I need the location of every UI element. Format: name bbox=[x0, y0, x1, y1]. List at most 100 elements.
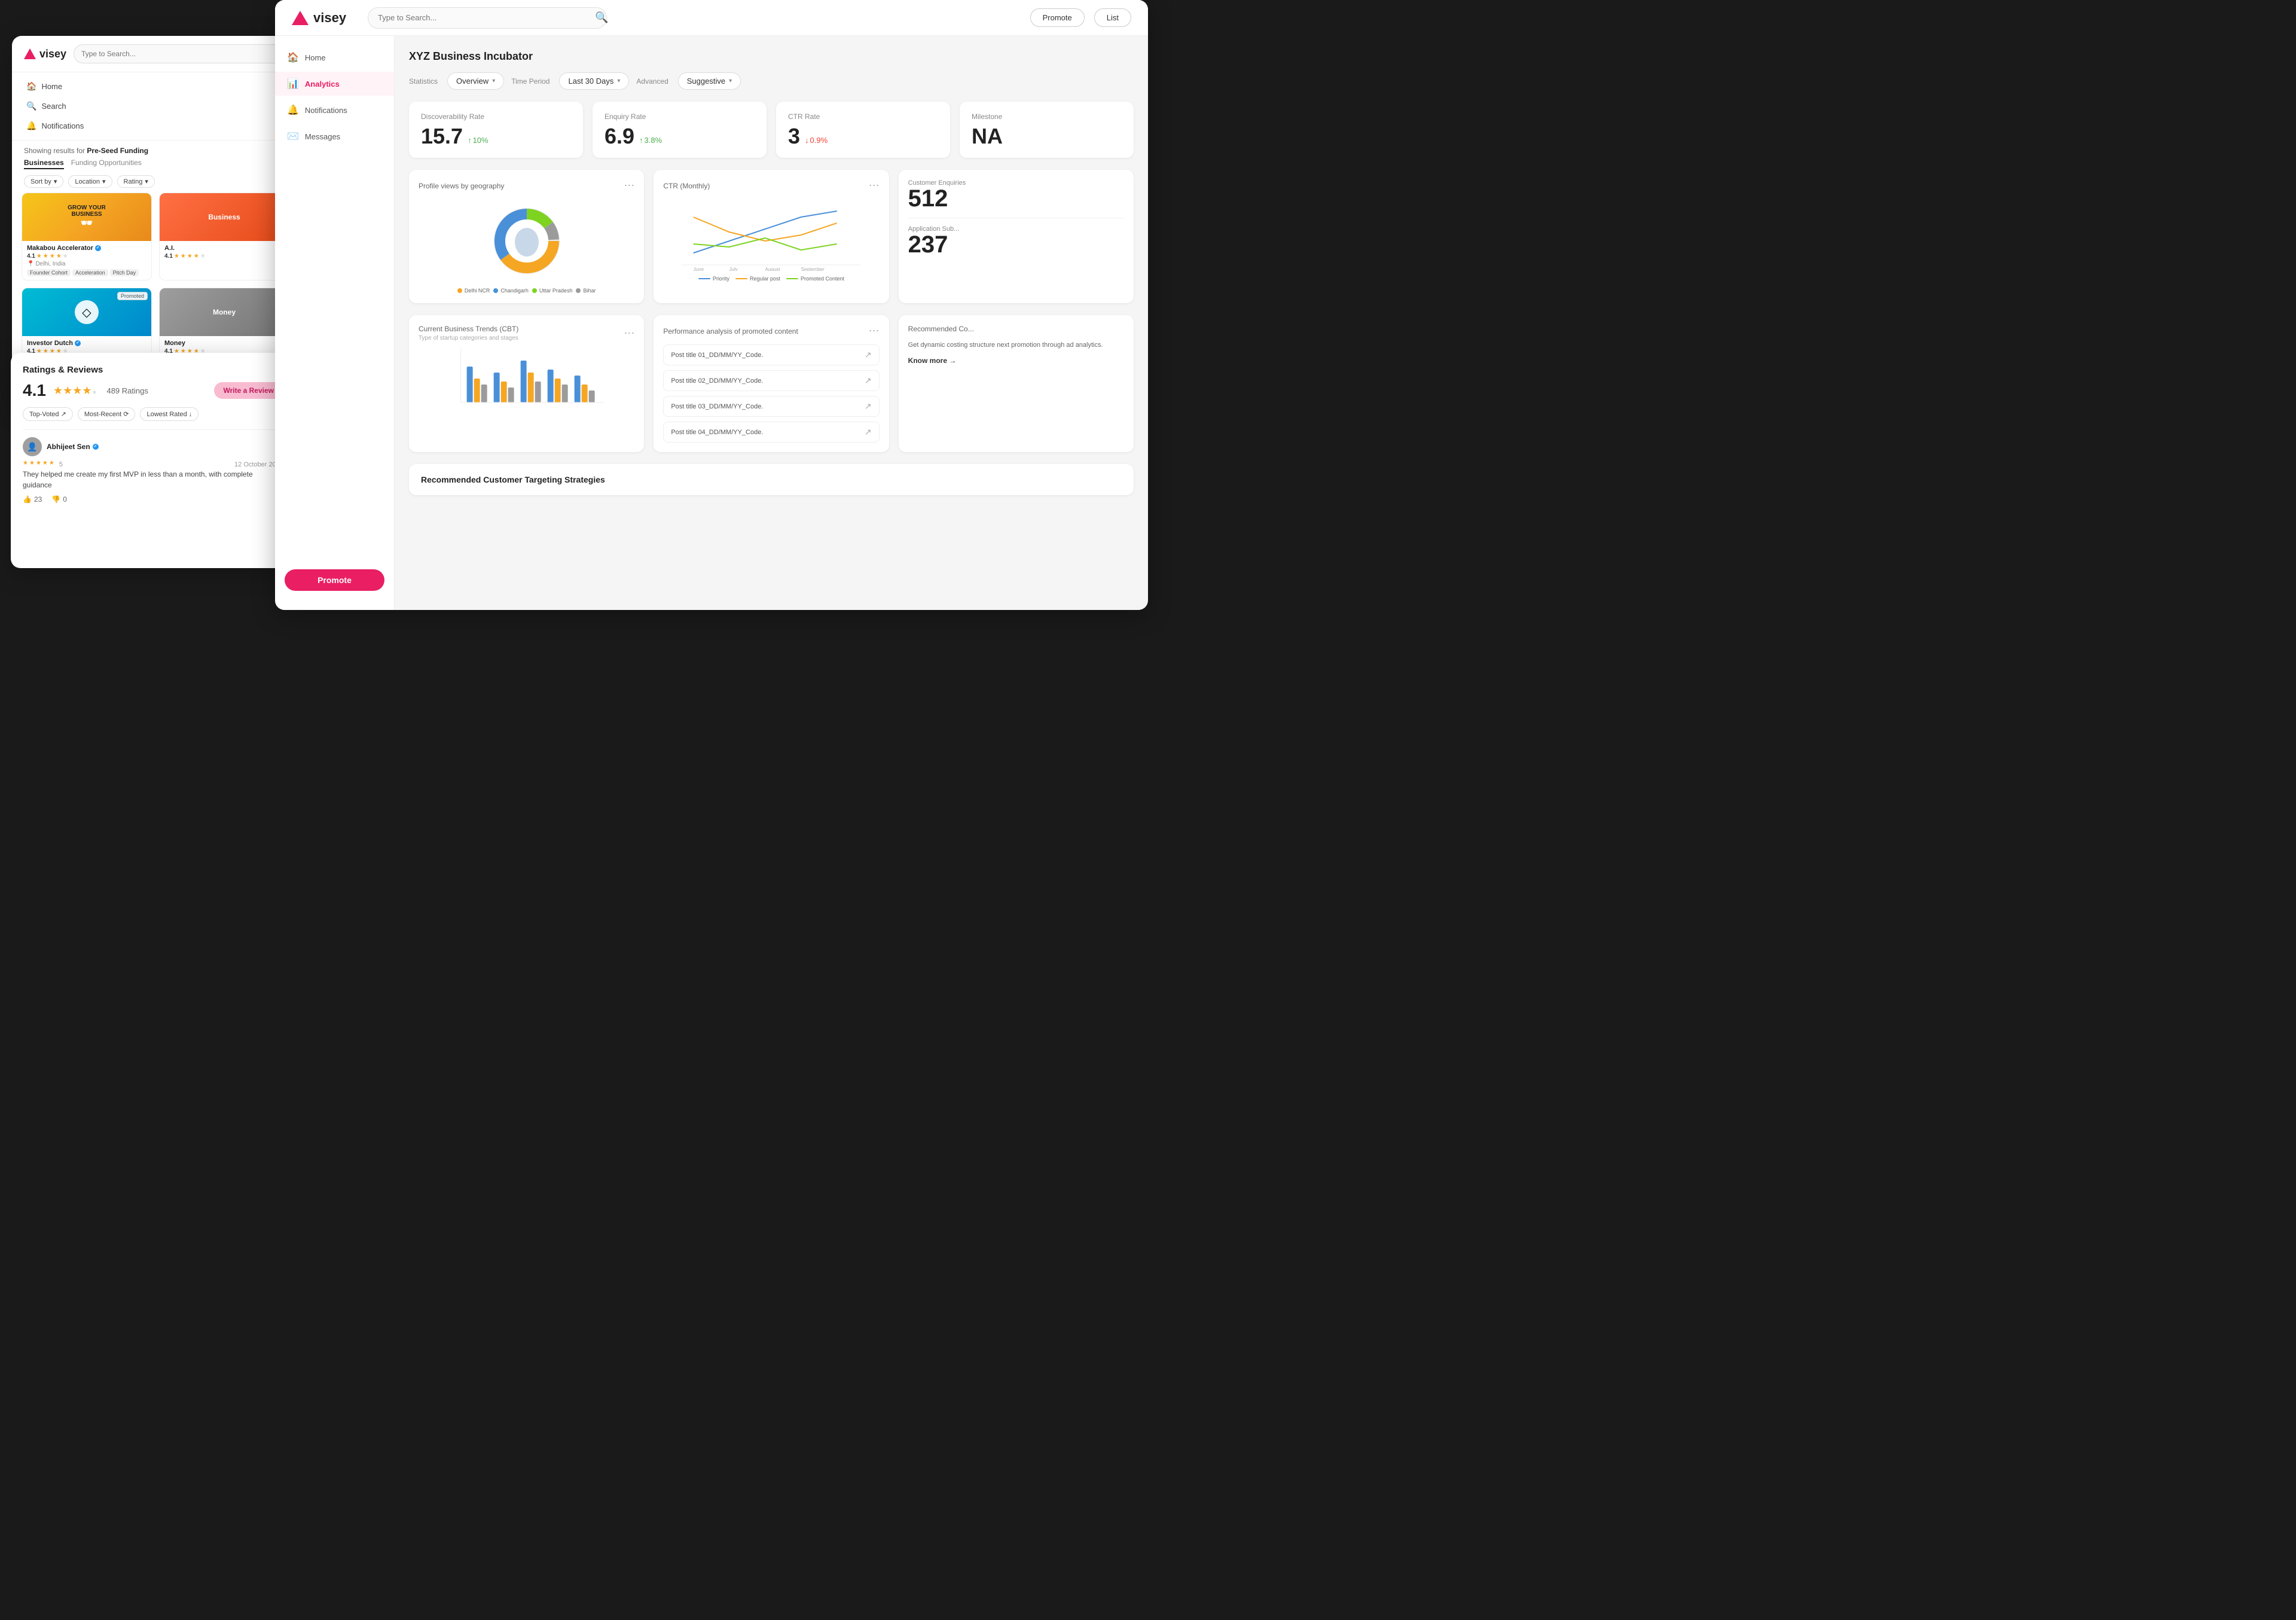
listing-img-3: Money bbox=[160, 288, 289, 336]
nav-label-home: Home bbox=[41, 82, 62, 91]
metric-value-row-3: NA bbox=[972, 126, 1122, 147]
filter-top-voted[interactable]: Top-Voted ↗ bbox=[23, 407, 73, 421]
nav-item-search[interactable]: 🔍 Search bbox=[22, 98, 289, 114]
nav-item-home[interactable]: 🏠 Home bbox=[22, 78, 289, 94]
listing-name-1: A.I. bbox=[164, 245, 284, 252]
reviewer-verified-icon: ✓ bbox=[93, 444, 99, 450]
metric-value-row-0: 15.7 ↑ 10% bbox=[421, 126, 571, 147]
know-more-button[interactable]: Know more → bbox=[908, 356, 1124, 365]
chart-more-icon-0[interactable]: ⋯ bbox=[624, 179, 634, 192]
reviewer-name: Abhijeet Sen ✓ bbox=[47, 443, 99, 451]
like-button[interactable]: 👍 23 bbox=[23, 495, 42, 504]
thumb-up-icon: 👍 bbox=[23, 495, 32, 504]
external-link-icon-1[interactable]: ↗ bbox=[865, 376, 872, 386]
promoted-badge: Promoted bbox=[117, 292, 148, 300]
filter-tabs: Top-Voted ↗ Most-Recent ⟳ Lowest Rated ↓ bbox=[23, 407, 283, 421]
rating-filter[interactable]: Rating ▾ bbox=[117, 175, 155, 188]
line-chart-legend: Priority Regular post Promoted Content bbox=[663, 276, 879, 282]
promote-button-main[interactable]: Promote bbox=[1030, 8, 1085, 27]
sidebar-item-analytics[interactable]: 📊 Analytics bbox=[275, 72, 394, 96]
svg-text:August: August bbox=[765, 267, 781, 271]
customer-enquiries-section: Customer Enquiries 512 bbox=[908, 179, 1124, 210]
tab-funding[interactable]: Funding Opportunities bbox=[71, 158, 142, 169]
sidebar-label-messages: Messages bbox=[305, 132, 340, 141]
overall-rating: 4.1 bbox=[23, 381, 46, 400]
sidebar-label-analytics: Analytics bbox=[305, 80, 340, 89]
search-panel-nav: 🏠 Home 🔍 Search 🔔 Notifications bbox=[12, 72, 299, 141]
line-chart-area: June July August September bbox=[663, 199, 879, 271]
promo-list: Post title 01_DD/MM/YY_Code. ↗ Post titl… bbox=[663, 344, 879, 443]
chart-more-icon-2[interactable]: ⋯ bbox=[624, 327, 634, 340]
review-stars: ★★★★★ bbox=[23, 460, 54, 466]
ratings-title: Ratings & Reviews bbox=[23, 365, 283, 375]
legend-item-2: Uttar Pradesh bbox=[532, 288, 573, 294]
dislike-button[interactable]: 👎 0 bbox=[51, 495, 67, 504]
search-icon-main: 🔍 bbox=[595, 11, 608, 24]
sidebar-label-notifications: Notifications bbox=[305, 106, 347, 115]
logo-text-small: visey bbox=[39, 48, 66, 60]
chart-title-geography: Profile views by geography ⋯ bbox=[419, 179, 634, 192]
charts-row-2: Current Business Trends (CBT) Type of st… bbox=[409, 315, 1134, 452]
review-rating-value: 5 bbox=[59, 461, 63, 468]
time-period-dropdown[interactable]: Last 30 Days ▾ bbox=[559, 72, 629, 90]
recommended-title: Recommended Co... bbox=[908, 325, 1124, 333]
donut-legend: Delhi NCR Chandigarh Uttar Pradesh bbox=[457, 288, 596, 294]
tab-businesses[interactable]: Businesses bbox=[24, 158, 64, 169]
review-text: They helped me create my first MVP in le… bbox=[23, 469, 283, 490]
promo-item-2[interactable]: Post title 03_DD/MM/YY_Code. ↗ bbox=[663, 396, 879, 417]
promo-item-1[interactable]: Post title 02_DD/MM/YY_Code. ↗ bbox=[663, 370, 879, 391]
sidebar-promote-button[interactable]: Promote bbox=[285, 569, 384, 591]
location-filter[interactable]: Location ▾ bbox=[68, 175, 112, 188]
external-link-icon-2[interactable]: ↗ bbox=[865, 401, 872, 411]
metric-value-3: NA bbox=[972, 126, 1003, 147]
sidebar-item-notifications[interactable]: 🔔 Notifications bbox=[275, 98, 394, 122]
chart-more-icon-1[interactable]: ⋯ bbox=[869, 179, 880, 192]
legend-dot-3 bbox=[576, 288, 581, 293]
listing-img-0: GROW YOURBUSINESS 🕶 bbox=[22, 193, 151, 241]
metric-value-row-2: 3 ↓ 0.9% bbox=[788, 126, 938, 147]
sidebar-item-messages[interactable]: ✉️ Messages bbox=[275, 124, 394, 148]
home-icon: 🏠 bbox=[26, 81, 36, 91]
chart-title-promo: Performance analysis of promoted content… bbox=[663, 325, 879, 337]
search-input-main[interactable] bbox=[368, 7, 607, 29]
chart-more-icon-3[interactable]: ⋯ bbox=[869, 325, 880, 337]
customer-enquiries-value: 512 bbox=[908, 187, 1124, 210]
advanced-dropdown[interactable]: Suggestive ▾ bbox=[678, 72, 741, 90]
sort-by-filter[interactable]: Sort by ▾ bbox=[24, 175, 63, 188]
legend-item-1: Chandigarh bbox=[493, 288, 529, 294]
listing-card-0[interactable]: GROW YOURBUSINESS 🕶 Makabou Accelerator … bbox=[22, 193, 152, 280]
sidebar-label-home: Home bbox=[305, 53, 326, 62]
promo-item-3[interactable]: Post title 04_DD/MM/YY_Code. ↗ bbox=[663, 422, 879, 443]
logo-triangle-icon bbox=[24, 48, 36, 59]
metric-delta-0: ↑ 10% bbox=[468, 136, 488, 147]
svg-text:September: September bbox=[801, 267, 825, 271]
promo-item-0[interactable]: Post title 01_DD/MM/YY_Code. ↗ bbox=[663, 344, 879, 365]
search-panel-header: visey bbox=[12, 36, 299, 72]
list-button-main[interactable]: List bbox=[1094, 8, 1131, 27]
svg-text:July: July bbox=[729, 267, 738, 271]
results-label: Showing results for Pre-Seed Funding bbox=[12, 141, 299, 158]
arrow-down-icon-2: ↓ bbox=[805, 136, 809, 145]
nav-label-notifications: Notifications bbox=[41, 121, 84, 130]
search-input-small[interactable] bbox=[74, 44, 287, 63]
external-link-icon-0[interactable]: ↗ bbox=[865, 350, 872, 360]
reviewer-row: 👤 Abhijeet Sen ✓ ⋮ bbox=[23, 437, 283, 456]
arrow-up-icon-1: ↑ bbox=[639, 136, 643, 145]
write-review-button[interactable]: Write a Review bbox=[214, 382, 283, 399]
listing-card-1[interactable]: Business A.I. 4.1 ★★★★★ bbox=[159, 193, 289, 280]
filter-lowest-rated[interactable]: Lowest Rated ↓ bbox=[140, 407, 199, 421]
bar-chart-svg bbox=[421, 349, 632, 408]
legend-item-0: Delhi NCR bbox=[457, 288, 490, 294]
external-link-icon-3[interactable]: ↗ bbox=[865, 427, 872, 437]
metric-label-0: Discoverability Rate bbox=[421, 112, 571, 121]
filter-most-recent[interactable]: Most-Recent ⟳ bbox=[78, 407, 136, 421]
statistics-dropdown[interactable]: Overview ▾ bbox=[447, 72, 504, 90]
line-legend-1: Regular post bbox=[735, 276, 780, 282]
analytics-main: XYZ Business Incubator Statistics Overvi… bbox=[395, 36, 1148, 610]
analytics-layout: 🏠 Home 📊 Analytics 🔔 Notifications ✉️ Me… bbox=[275, 36, 1148, 610]
sidebar-item-home[interactable]: 🏠 Home bbox=[275, 45, 394, 69]
metric-label-3: Milestone bbox=[972, 112, 1122, 121]
nav-item-notifications[interactable]: 🔔 Notifications bbox=[22, 118, 289, 134]
advanced-label: Advanced bbox=[636, 77, 668, 86]
bar-chart-area bbox=[419, 349, 634, 408]
